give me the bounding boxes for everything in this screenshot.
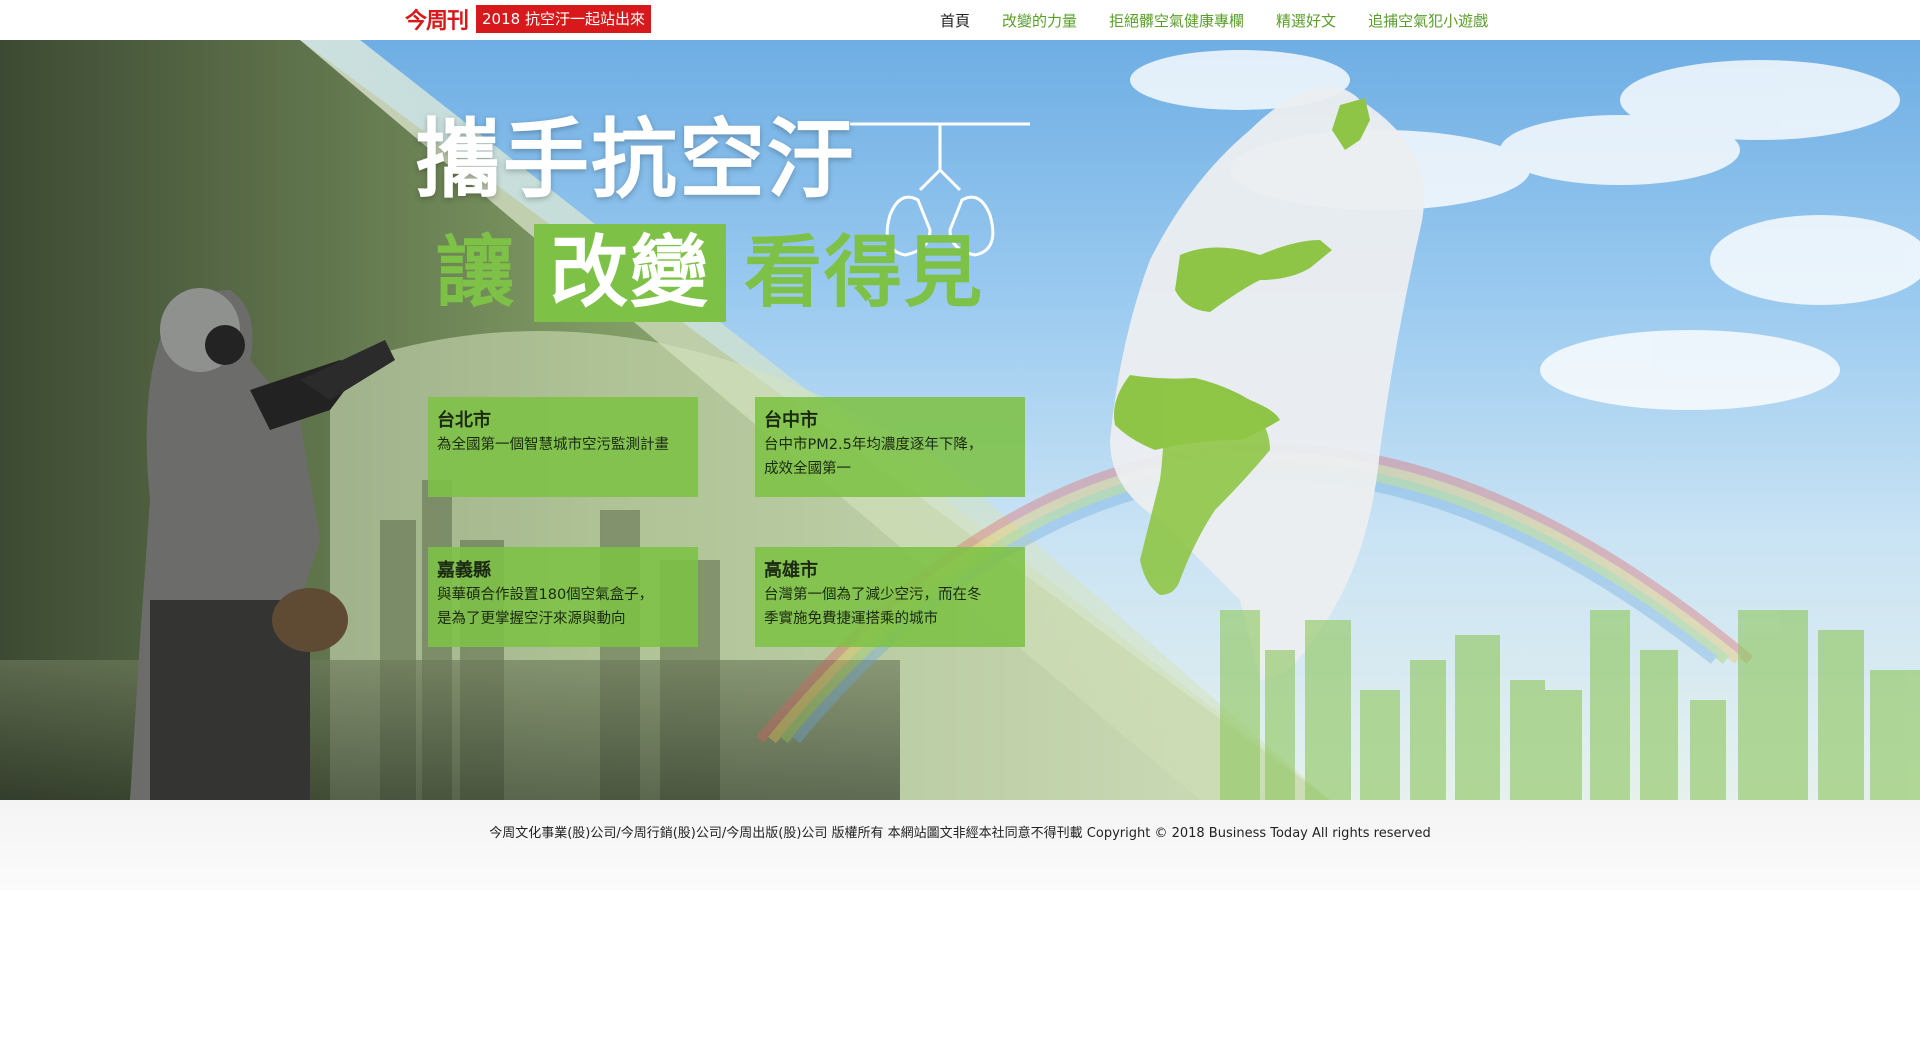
green-skyline — [1220, 610, 1920, 800]
city-card-kaohsiung[interactable]: 高雄市 台灣第一個為了減少空污，而在冬 季實施免費捷運搭乘的城市 — [755, 547, 1025, 647]
city-card-chiayi[interactable]: 嘉義縣 與華碩合作設置180個空氣盒子， 是為了更掌握空汙來源與動向 — [428, 547, 698, 647]
card-title: 台北市 — [437, 410, 491, 431]
copyright-text: 今周文化事業(股)公司/今周行銷(股)公司/今周出版(股)公司 版權所有 本網站… — [489, 826, 1431, 841]
brand-logo[interactable]: 今周刊 — [405, 3, 469, 35]
card-description: 台灣第一個為了減少空污，而在冬 季實施免費捷運搭乘的城市 — [764, 587, 982, 627]
card-description: 為全國第一個智慧城市空污監測計畫 — [437, 437, 669, 453]
card-title: 台中市 — [764, 410, 818, 431]
campaign-tag: 2018 抗空汙一起站出來 — [476, 5, 651, 33]
hero-title: 攜手抗空汙 — [415, 110, 855, 210]
taiwan-map — [1110, 86, 1424, 680]
hero-banner: 攜手抗空汙 讓 改變 看得見 台北市 為全國第一個智慧城市空污監測計畫 台中市 … — [0, 40, 1920, 800]
main-nav: 首頁 改變的力量 拒絕髒空氣健康專欄 精選好文 追捕空氣犯小遊戲 — [940, 10, 1520, 31]
city-card-taichung[interactable]: 台中市 台中市PM2.5年均濃度逐年下降， 成效全國第一 — [755, 397, 1025, 497]
nav-mini-game[interactable]: 追捕空氣犯小遊戲 — [1368, 10, 1488, 31]
hero-subtitle: 讓 改變 看得見 — [436, 223, 984, 323]
card-description: 與華碩合作設置180個空氣盒子， 是為了更掌握空汙來源與動向 — [437, 587, 654, 627]
logo[interactable]: 今周刊 2018 抗空汙一起站出來 — [405, 4, 651, 34]
nav-power-of-change[interactable]: 改變的力量 — [1002, 10, 1077, 31]
nav-home[interactable]: 首頁 — [940, 10, 970, 31]
subtitle-part-2: 看得見 — [744, 228, 985, 318]
card-description: 台中市PM2.5年均濃度逐年下降， 成效全國第一 — [764, 437, 983, 477]
site-footer: 今周文化事業(股)公司/今周行銷(股)公司/今周出版(股)公司 版權所有 本網站… — [0, 800, 1920, 890]
card-title: 嘉義縣 — [437, 560, 491, 581]
nav-featured-articles[interactable]: 精選好文 — [1276, 10, 1336, 31]
card-title: 高雄市 — [764, 560, 818, 581]
site-header: 今周刊 2018 抗空汙一起站出來 首頁 改變的力量 拒絕髒空氣健康專欄 精選好… — [0, 0, 1920, 40]
subtitle-highlight: 改變 — [534, 224, 727, 322]
subtitle-part-1: 讓 — [436, 228, 517, 318]
city-card-taipei[interactable]: 台北市 為全國第一個智慧城市空污監測計畫 — [428, 397, 698, 497]
nav-health-column[interactable]: 拒絕髒空氣健康專欄 — [1109, 10, 1244, 31]
